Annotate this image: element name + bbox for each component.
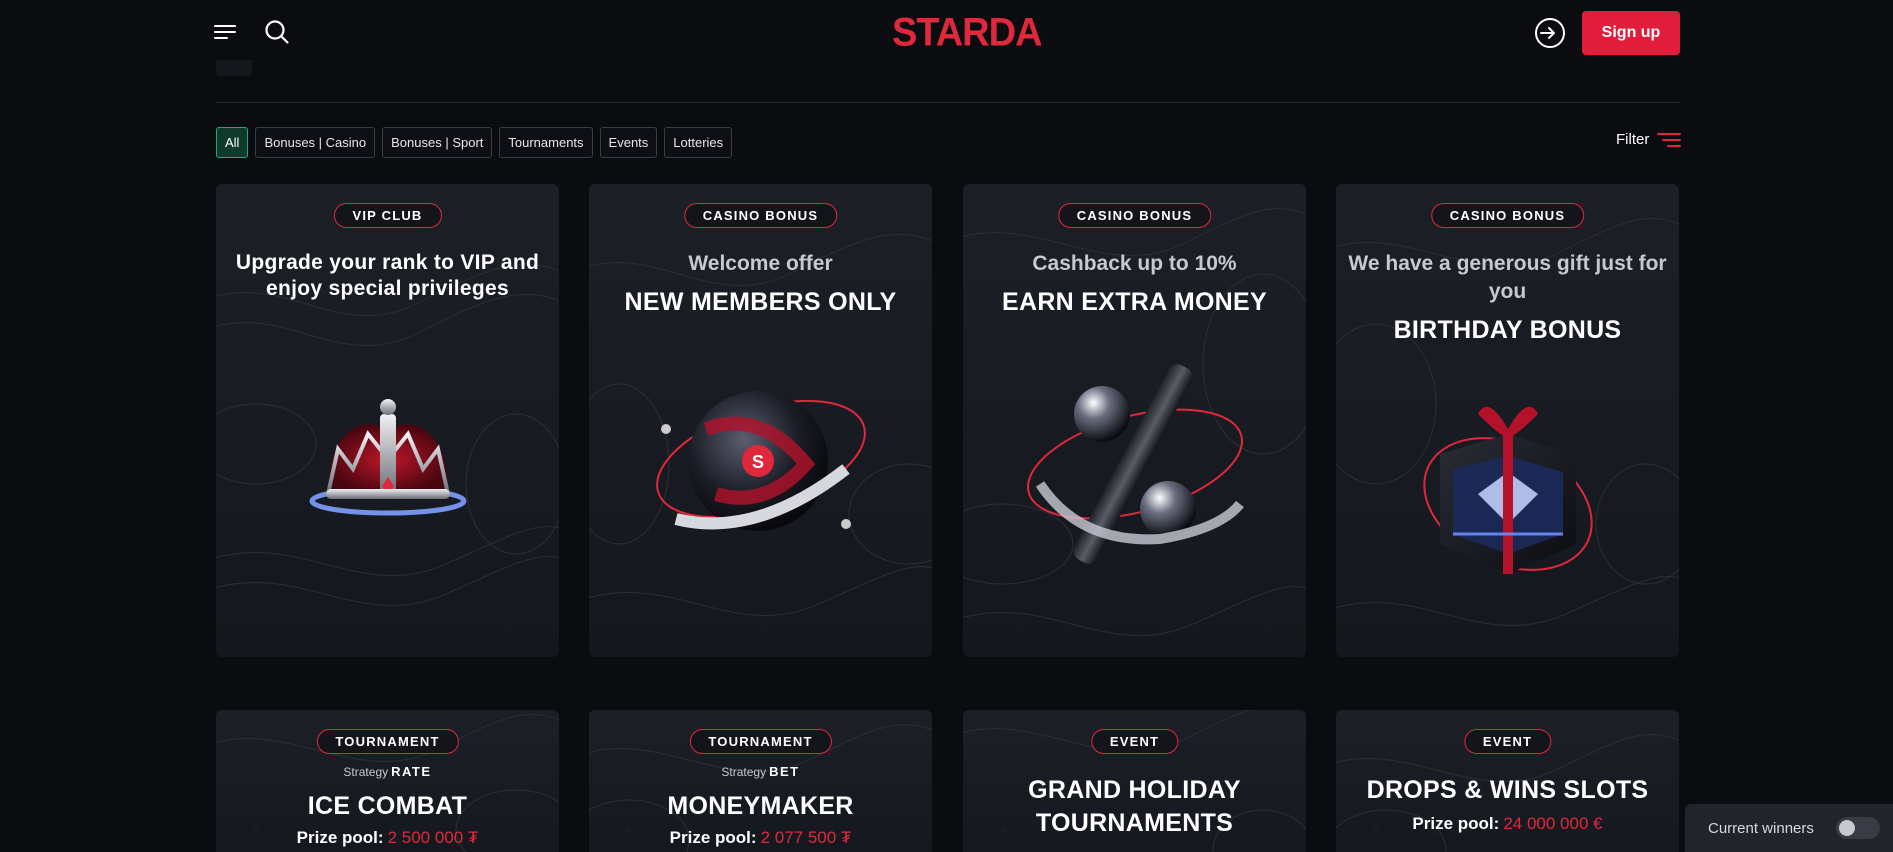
cashback-percent-image	[1026, 364, 1244, 564]
category-filter-bar: All Bonuses | Casino Bonuses | Sport Tou…	[216, 127, 733, 158]
filter-icon	[1657, 132, 1682, 147]
promo-title: EARN EXTRA MONEY	[1001, 288, 1267, 316]
gift-box-image	[1422, 406, 1593, 574]
deposit-orb-image: S	[655, 391, 866, 531]
chip-events[interactable]: Events	[599, 127, 658, 158]
chip-tournaments[interactable]: Tournaments	[499, 127, 593, 158]
prize-label: Prize pool:	[296, 828, 384, 847]
prize-pool: Prize pool: 2 500 000 ₮	[216, 828, 559, 848]
promo-card-vip[interactable]: VIP CLUB Upgrade your rank to VIP and en…	[216, 184, 559, 657]
strategy-label: Strategy	[343, 765, 389, 779]
prize-pool: Prize pool: 2 077 500 ₮	[589, 828, 932, 848]
chip-bonuses-casino[interactable]: Bonuses | Casino	[255, 127, 376, 158]
promo-subtitle: Welcome offer	[688, 252, 833, 275]
event-card-ice-combat[interactable]: TOURNAMENT Strategy RATE ICE COMBAT Prize…	[216, 710, 559, 852]
event-card-grand-holiday[interactable]: EVENT GRAND HOLIDAY TOURNAMENTS	[963, 710, 1306, 852]
event-title: GRAND HOLIDAY TOURNAMENTS	[1028, 776, 1241, 837]
strategy-line: Strategy RATE	[216, 764, 559, 779]
svg-text:S: S	[751, 452, 763, 472]
starda-logo[interactable]: STARDA	[892, 11, 1043, 56]
chip-lotteries[interactable]: Lotteries	[664, 127, 733, 158]
sign-up-button[interactable]: Sign up	[1582, 11, 1680, 55]
event-badge: EVENT	[1463, 729, 1552, 754]
prize-value: 24 000 000 €	[1503, 814, 1603, 833]
prize-value: 2 077 500 ₮	[760, 828, 852, 847]
promotions-page: STARDA Sign up All Bonuses | Casino Bonu…	[0, 0, 1893, 852]
current-winners-widget: Current winners	[1685, 804, 1893, 852]
site-header: STARDA Sign up	[0, 0, 1893, 66]
event-badge: TOURNAMENT	[316, 729, 459, 754]
breadcrumb-stub	[216, 60, 252, 76]
login-icon[interactable]	[1532, 15, 1568, 51]
event-title: ICE COMBAT	[307, 792, 468, 820]
prize-pool: Prize pool: 24 000 000 €	[1336, 814, 1679, 834]
prize-value: 2 500 000 ₮	[387, 828, 479, 847]
filter-label: Filter	[1616, 131, 1650, 148]
strategy-line: Strategy BET	[589, 764, 932, 779]
strategy-value: BET	[769, 764, 800, 779]
promo-card-welcome[interactable]: CASINO BONUS Welcome offer NEW MEMBERS O…	[589, 184, 932, 657]
promo-card-cashback[interactable]: CASINO BONUS Cashback up to 10% EARN EXT…	[963, 184, 1306, 657]
prize-label: Prize pool:	[1412, 814, 1500, 833]
strategy-label: Strategy	[721, 765, 767, 779]
event-card-drops-wins[interactable]: EVENT DROPS & WINS SLOTS Prize pool: 24 0…	[1336, 710, 1679, 852]
search-icon[interactable]	[259, 14, 295, 50]
event-card-moneymaker[interactable]: TOURNAMENT Strategy BET MONEYMAKER Prize …	[589, 710, 932, 852]
event-badge: EVENT	[1090, 729, 1179, 754]
chip-bonuses-sport[interactable]: Bonuses | Sport	[382, 127, 493, 158]
promo-title: NEW MEMBERS ONLY	[624, 288, 897, 316]
chip-all[interactable]: All	[216, 127, 249, 158]
promo-badge: VIP CLUB	[333, 203, 442, 228]
prize-label: Prize pool:	[669, 828, 757, 847]
menu-icon[interactable]	[207, 14, 243, 50]
current-winners-toggle[interactable]	[1835, 817, 1880, 839]
promo-subtitle: We have a generous gift just for you	[1348, 252, 1667, 303]
promo-card-birthday[interactable]: CASINO BONUS We have a generous gift jus…	[1336, 184, 1679, 657]
filter-button[interactable]: Filter	[1616, 131, 1682, 148]
strategy-value: RATE	[391, 764, 432, 779]
crown-image	[309, 399, 466, 516]
event-badge: TOURNAMENT	[689, 729, 832, 754]
event-title: DROPS & WINS SLOTS	[1366, 776, 1649, 804]
promo-badge: CASINO BONUS	[683, 203, 838, 228]
event-title: MONEYMAKER	[667, 792, 854, 820]
current-winners-label: Current winners	[1708, 819, 1814, 837]
promo-title: BIRTHDAY BONUS	[1393, 316, 1622, 344]
header-divider	[216, 102, 1680, 103]
promo-subtitle: Cashback up to 10%	[1032, 252, 1237, 275]
promo-badge: CASINO BONUS	[1057, 203, 1212, 228]
promo-badge: CASINO BONUS	[1430, 203, 1585, 228]
promo-title: Upgrade your rank to VIP and enjoy speci…	[235, 251, 540, 300]
